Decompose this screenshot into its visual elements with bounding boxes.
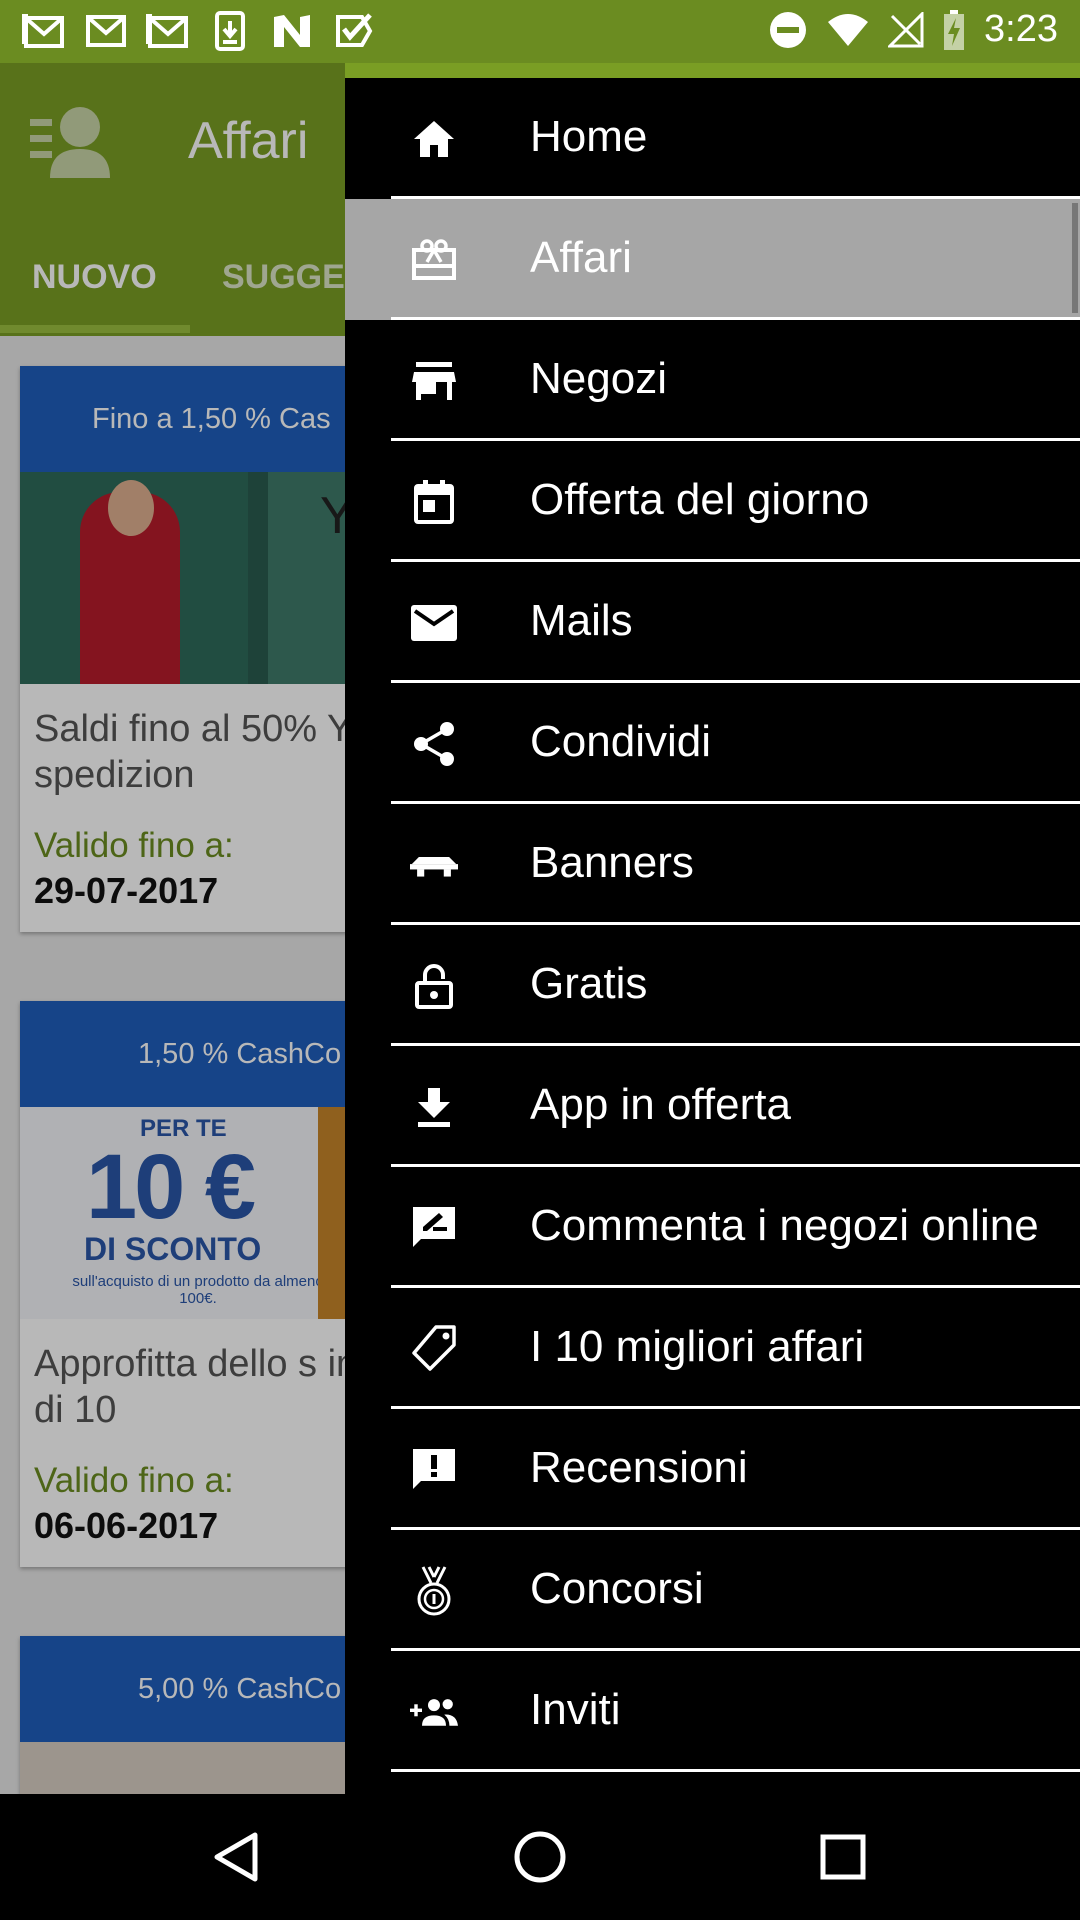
drawer-item-label: Recensioni — [530, 1443, 748, 1492]
download-icon — [410, 1083, 458, 1131]
clock: 3:23 — [984, 8, 1058, 50]
drawer-item-label: Affari — [530, 233, 632, 282]
recents-icon[interactable] — [810, 1824, 876, 1890]
drawer-item-label: Negozi — [530, 354, 667, 403]
drawer-item-gratis[interactable]: Gratis — [345, 925, 1080, 1046]
drawer-menu: Home Affari Negozi Offerta del giorno Ma… — [345, 78, 1080, 1772]
drawer-item-offerta-del-giorno[interactable]: Offerta del giorno — [345, 441, 1080, 562]
drawer-item-affari[interactable]: Affari — [345, 199, 1080, 320]
medal-icon — [410, 1566, 458, 1616]
drawer-item-condividi[interactable]: Condividi — [345, 683, 1080, 804]
drawer-item-label: Offerta del giorno — [530, 475, 870, 524]
home-circle-icon[interactable] — [507, 1824, 573, 1890]
gmail-icon — [146, 10, 190, 52]
download-icon — [208, 10, 252, 52]
back-icon[interactable] — [203, 1824, 269, 1890]
add-group-icon — [410, 1688, 458, 1736]
store-icon — [410, 357, 458, 405]
drawer-item-label: Home — [530, 112, 648, 161]
divider — [391, 1769, 1080, 1772]
rate-review-icon — [410, 1204, 458, 1252]
feedback-icon — [410, 1446, 458, 1494]
wifi-icon — [828, 13, 869, 46]
drawer-item-banners[interactable]: Banners — [345, 804, 1080, 925]
n-icon — [270, 10, 314, 52]
drawer-item-home[interactable]: Home — [345, 78, 1080, 199]
calendar-icon — [410, 478, 458, 526]
drawer-item-label: Commenta i negozi online — [530, 1201, 1039, 1250]
system-nav-bar — [0, 1794, 1080, 1920]
gift-card-icon — [410, 236, 458, 284]
drawer-item-recensioni[interactable]: Recensioni — [345, 1409, 1080, 1530]
check-icon — [332, 10, 376, 52]
drawer-item-inviti[interactable]: Inviti — [345, 1651, 1080, 1772]
drawer-item-migliori-affari[interactable]: I 10 migliori affari — [345, 1288, 1080, 1409]
system-icons: 3:23 — [768, 8, 1058, 51]
battery-charging-icon — [944, 9, 965, 50]
share-icon — [410, 720, 458, 768]
drawer-item-label: Condividi — [530, 717, 711, 766]
drawer-scrim[interactable] — [0, 63, 345, 1794]
navigation-drawer: Home Affari Negozi Offerta del giorno Ma… — [345, 63, 1080, 1794]
drawer-item-label: Concorsi — [530, 1564, 704, 1613]
no-signal-icon — [888, 11, 924, 47]
gmail-icon — [22, 10, 66, 52]
banner-icon — [410, 841, 458, 889]
drawer-item-label: Mails — [530, 596, 633, 645]
notification-icons — [22, 10, 376, 52]
drawer-header-strip — [345, 63, 1080, 78]
drawer-item-app-in-offerta[interactable]: App in offerta — [345, 1046, 1080, 1167]
mail-icon — [410, 599, 458, 647]
drawer-item-mails[interactable]: Mails — [345, 562, 1080, 683]
home-icon — [410, 115, 458, 163]
drawer-item-concorsi[interactable]: Concorsi — [345, 1530, 1080, 1651]
gmail-icon — [84, 10, 128, 52]
dnd-icon — [770, 11, 807, 48]
unlock-icon — [410, 962, 458, 1010]
drawer-item-label: Inviti — [530, 1685, 621, 1734]
drawer-item-negozi[interactable]: Negozi — [345, 320, 1080, 441]
tag-icon — [410, 1325, 458, 1373]
drawer-item-label: Gratis — [530, 959, 648, 1008]
drawer-scrollbar[interactable] — [1072, 203, 1078, 313]
drawer-item-commenta[interactable]: Commenta i negozi online — [345, 1167, 1080, 1288]
drawer-item-label: App in offerta — [530, 1080, 791, 1129]
drawer-item-label: I 10 migliori affari — [530, 1322, 865, 1371]
status-bar: 3:23 — [0, 0, 1080, 63]
drawer-item-label: Banners — [530, 838, 694, 887]
